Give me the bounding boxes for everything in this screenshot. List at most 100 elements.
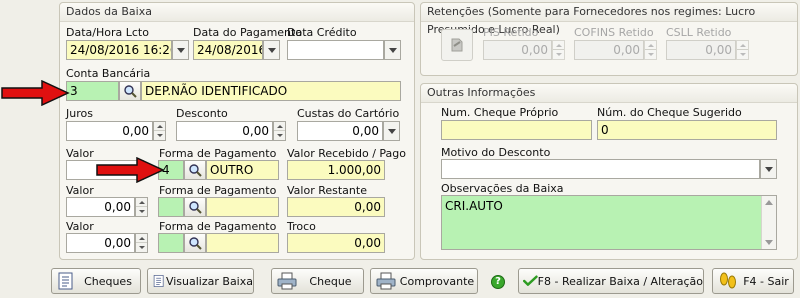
data-pagamento-dropdown[interactable]: [263, 40, 280, 60]
valor-recebido-field[interactable]: 1.000,00: [287, 160, 385, 180]
cheques-button[interactable]: Cheques: [51, 268, 141, 294]
pis-field[interactable]: 0,00: [483, 40, 552, 60]
motivo-desconto-select[interactable]: [441, 159, 760, 179]
valor-restante-field[interactable]: 0,00: [287, 197, 385, 217]
cofins-field[interactable]: 0,00: [574, 40, 644, 60]
conta-nome-field[interactable]: DEP.NÃO IDENTIFICADO: [141, 81, 401, 101]
valor-label-3: Valor: [66, 220, 94, 233]
cheques-button-label: Cheques: [84, 274, 132, 288]
conta-codigo-field[interactable]: 3: [66, 81, 119, 101]
outras-informacoes-title: Outras Informações: [421, 84, 797, 103]
search-icon: [189, 201, 202, 214]
num-cheque-proprio-label: Num. Cheque Próprio: [441, 106, 559, 119]
forma-lookup-button-1[interactable]: [184, 160, 206, 180]
search-icon: [189, 237, 202, 250]
forma-codigo-field-3[interactable]: [158, 233, 184, 253]
pis-label: PIS Retido: [483, 26, 539, 39]
desconto-field[interactable]: 0,00: [176, 121, 273, 141]
desconto-spinner[interactable]: [273, 121, 286, 141]
data-pagamento-label: Data do Pagamento: [193, 26, 303, 39]
forma-pagamento-label-3: Forma de Pagamento: [159, 220, 277, 233]
forma-nome-field-1[interactable]: OUTRO: [206, 160, 279, 180]
red-arrow-icon: [96, 157, 165, 183]
printer-icon: [277, 272, 297, 290]
visualizar-baixa-button[interactable]: Visualizar Baixa: [147, 268, 254, 294]
motivo-desconto-dropdown[interactable]: [760, 159, 777, 179]
valor-label-2: Valor: [66, 184, 94, 197]
csll-spinner[interactable]: [736, 40, 749, 60]
realizar-baixa-button-label: F8 - Realizar Baixa / Alteração: [537, 274, 703, 288]
pis-spinner[interactable]: [552, 40, 565, 60]
observacoes-label: Observações da Baixa: [441, 182, 564, 195]
valor-recebido-label: Valor Recebido / Pago: [287, 147, 406, 160]
num-cheque-proprio-field[interactable]: [441, 120, 592, 140]
motivo-desconto-label: Motivo do Desconto: [441, 146, 551, 159]
num-cheque-sugerido-field[interactable]: 0: [597, 120, 777, 140]
document-list-icon: [58, 272, 73, 290]
chevron-down-icon: [387, 128, 396, 134]
chevron-down-icon: [388, 47, 397, 53]
chevron-down-icon: [267, 47, 276, 53]
data-pagamento-field[interactable]: 24/08/2016: [193, 40, 263, 60]
cofins-spinner[interactable]: [644, 40, 657, 60]
dados-baixa-title: Dados da Baixa: [60, 3, 414, 22]
juros-label: Juros: [66, 107, 93, 120]
comprovante-button[interactable]: Comprovante: [370, 268, 478, 294]
juros-field[interactable]: 0,00: [66, 121, 153, 141]
retencoes-title: Retenções (Somente para Fornecedores nos…: [421, 3, 797, 36]
chevron-down-icon: [764, 166, 773, 172]
valor-restante-label: Valor Restante: [287, 184, 367, 197]
footprints-icon: [720, 272, 736, 289]
conta-lookup-button[interactable]: [119, 81, 141, 101]
forma-lookup-button-2[interactable]: [184, 197, 206, 217]
retencoes-panel: Retenções (Somente para Fornecedores nos…: [420, 2, 798, 76]
sair-button[interactable]: F4 - Sair: [712, 268, 794, 294]
conta-bancaria-label: Conta Bancária: [66, 67, 151, 80]
cheque-print-button[interactable]: Cheque: [271, 268, 364, 294]
custas-dropdown[interactable]: [383, 121, 400, 141]
custas-field[interactable]: 0,00: [297, 121, 383, 141]
forma-pagamento-label-1: Forma de Pagamento: [159, 147, 277, 160]
forma-pagamento-label-2: Forma de Pagamento: [159, 184, 277, 197]
search-icon: [124, 85, 137, 98]
realizar-baixa-button[interactable]: F8 - Realizar Baixa / Alteração: [518, 268, 704, 294]
forma-lookup-button-3[interactable]: [184, 233, 206, 253]
checkmark-icon: [523, 275, 538, 286]
help-icon[interactable]: ?: [491, 275, 505, 289]
num-cheque-sugerido-label: Núm. do Cheque Sugerido: [597, 106, 742, 119]
observacoes-textarea[interactable]: CRI.AUTO: [441, 195, 777, 250]
juros-spinner[interactable]: [153, 121, 166, 141]
document-list-icon: [153, 275, 164, 287]
chevron-down-icon: [176, 47, 185, 53]
forma-nome-field-3[interactable]: [206, 233, 279, 253]
valor-field-3[interactable]: 0,00: [66, 233, 135, 253]
troco-field[interactable]: 0,00: [287, 233, 385, 253]
csll-field[interactable]: 0,00: [666, 40, 736, 60]
scroll-up-icon[interactable]: [765, 200, 773, 205]
desconto-label: Desconto: [176, 107, 228, 120]
valor-spinner-3[interactable]: [135, 233, 148, 253]
observacoes-scrollbar[interactable]: [761, 196, 776, 249]
data-credito-field[interactable]: [287, 40, 384, 60]
sair-button-label: F4 - Sair: [743, 274, 789, 288]
scroll-down-icon[interactable]: [765, 240, 773, 245]
red-arrow-icon: [1, 80, 70, 106]
data-hora-label: Data/Hora Lcto: [66, 26, 149, 39]
forma-codigo-field-2[interactable]: [158, 197, 184, 217]
data-credito-dropdown[interactable]: [384, 40, 401, 60]
forma-nome-field-2[interactable]: [206, 197, 279, 217]
troco-label: Troco: [287, 220, 316, 233]
comprovante-button-label: Comprovante: [399, 274, 475, 288]
custas-label: Custas do Cartório: [297, 107, 400, 120]
data-hora-dropdown[interactable]: [172, 40, 189, 60]
cheque-print-button-label: Cheque: [309, 274, 352, 288]
csll-label: CSLL Retido: [666, 26, 732, 39]
data-credito-label: Data Crédito: [287, 26, 357, 39]
printer-icon: [376, 272, 396, 290]
data-hora-field[interactable]: 24/08/2016 16:26: [66, 40, 172, 60]
cofins-label: COFINS Retido: [574, 26, 654, 39]
retencoes-calc-button[interactable]: [441, 29, 473, 61]
search-icon: [189, 164, 202, 177]
valor-field-2[interactable]: 0,00: [66, 197, 135, 217]
valor-spinner-2[interactable]: [135, 197, 148, 217]
